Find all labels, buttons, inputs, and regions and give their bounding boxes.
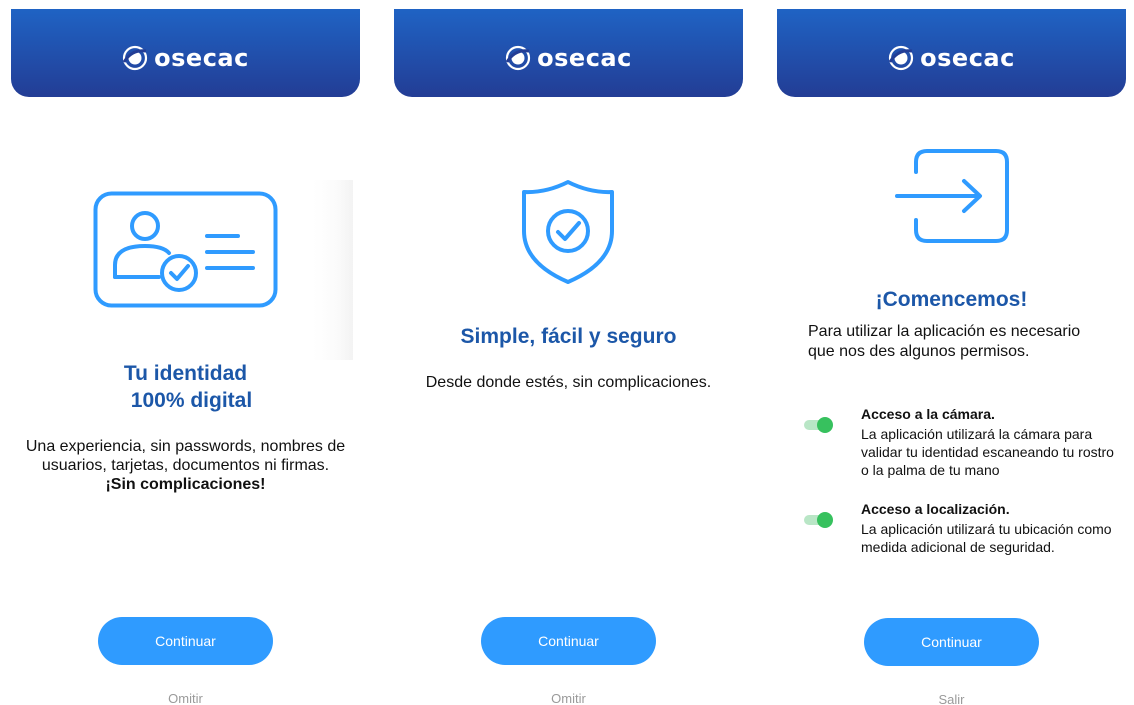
shield-check-icon xyxy=(522,180,614,284)
app-header: osecac xyxy=(777,9,1126,97)
brand-logo: osecac xyxy=(888,45,1015,71)
osecac-logo-icon xyxy=(505,45,531,71)
permission-title: Acceso a localización. xyxy=(861,501,1010,517)
brand-name: osecac xyxy=(920,44,1015,72)
screen-title: Simple, fácil y seguro xyxy=(460,325,677,348)
location-permission-toggle[interactable] xyxy=(802,512,834,528)
skip-link[interactable]: Omitir xyxy=(11,691,360,705)
screen-description: Para utilizar la aplicación es necesario… xyxy=(808,323,1081,360)
title-line-2: 100% digital xyxy=(130,389,253,412)
skip-link[interactable]: Omitir xyxy=(394,691,743,705)
camera-permission-toggle[interactable] xyxy=(802,417,834,433)
continue-button[interactable]: Continuar xyxy=(98,617,273,665)
screen-title: ¡Comencemos! xyxy=(875,288,1028,311)
onboarding-screen-permissions: osecac ¡Comencemos! Para utilizar la apl… xyxy=(777,0,1126,705)
scroll-edge-shadow xyxy=(313,180,353,360)
permission-description: La aplicación utilizará la cámara para v… xyxy=(861,426,1114,478)
id-card-icon xyxy=(93,191,278,308)
description-emphasis: ¡Sin complicaciones! xyxy=(105,476,266,493)
toggle-thumb xyxy=(817,417,833,433)
permission-description: La aplicación utilizará tu ubicación com… xyxy=(861,521,1112,555)
app-header: osecac xyxy=(11,9,360,97)
app-header: osecac xyxy=(394,9,743,97)
screen-description: Una experiencia, sin passwords, nombres … xyxy=(23,437,348,494)
description-text: Una experiencia, sin passwords, nombres … xyxy=(25,438,346,474)
brand-name: osecac xyxy=(154,44,249,72)
permission-title: Acceso a la cámara. xyxy=(861,406,995,422)
title-line-1: Tu identidad xyxy=(123,362,248,385)
brand-logo: osecac xyxy=(505,45,632,71)
exit-link[interactable]: Salir xyxy=(777,692,1126,705)
onboarding-screen-identity: osecac Tu identidad 100% digital Una exp… xyxy=(11,0,360,705)
screen-description: Desde donde estés, sin complicaciones. xyxy=(425,374,712,391)
onboarding-screen-security: osecac Simple, fácil y seguro Desde dond… xyxy=(394,0,743,705)
osecac-logo-icon xyxy=(888,45,914,71)
continue-button[interactable]: Continuar xyxy=(864,618,1039,666)
toggle-thumb xyxy=(817,512,833,528)
login-arrow-icon xyxy=(895,149,1009,243)
continue-button[interactable]: Continuar xyxy=(481,617,656,665)
brand-name: osecac xyxy=(537,44,632,72)
osecac-logo-icon xyxy=(122,45,148,71)
screen-title: Tu identidad 100% digital xyxy=(11,360,360,414)
brand-logo: osecac xyxy=(122,45,249,71)
